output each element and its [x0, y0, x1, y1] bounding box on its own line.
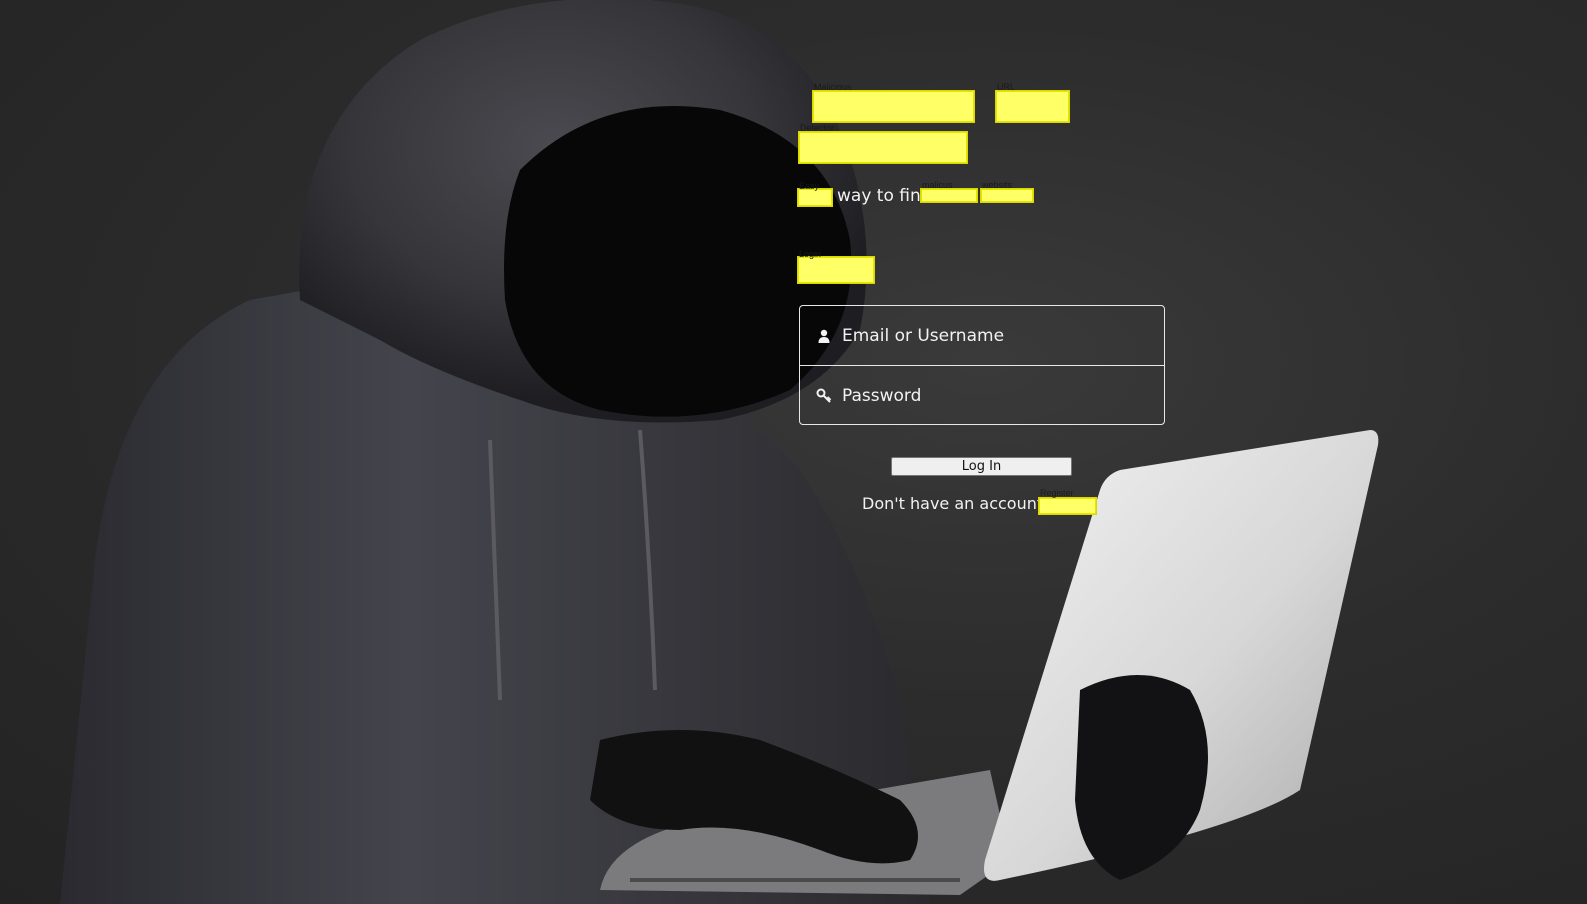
highlight-malicious-2	[920, 188, 978, 203]
login-form	[799, 305, 1165, 425]
tagline-text: way to find	[837, 186, 932, 206]
highlight-website	[980, 188, 1034, 203]
highlight-url	[995, 90, 1070, 123]
highlight-login-title	[797, 256, 875, 284]
password-input[interactable]	[842, 385, 1142, 406]
register-prompt: Don't have an account?	[862, 494, 1052, 513]
email-input[interactable]	[842, 325, 1142, 346]
label-website: websits	[982, 180, 1013, 190]
label-easy: Easy	[799, 181, 820, 191]
label-malicious-2: malicus	[922, 180, 953, 190]
highlight-detector	[798, 131, 968, 164]
background-photo	[60, 0, 1379, 904]
key-icon	[816, 388, 832, 404]
login-title: Login	[799, 249, 822, 259]
login-page: Malicious URL Detector Easy way to find …	[0, 0, 1587, 904]
highlight-malicious	[812, 90, 975, 123]
register-label[interactable]: Register	[1040, 488, 1074, 498]
password-field-row	[800, 366, 1164, 425]
login-button[interactable]: Log In	[891, 457, 1072, 476]
email-field-row	[800, 306, 1164, 366]
label-malicious: Malicious	[814, 82, 852, 92]
user-icon	[816, 328, 832, 344]
highlight-easy	[797, 188, 833, 207]
label-detector: Detector	[800, 123, 835, 133]
register-link[interactable]	[1038, 497, 1097, 515]
label-url: URL	[997, 82, 1016, 92]
